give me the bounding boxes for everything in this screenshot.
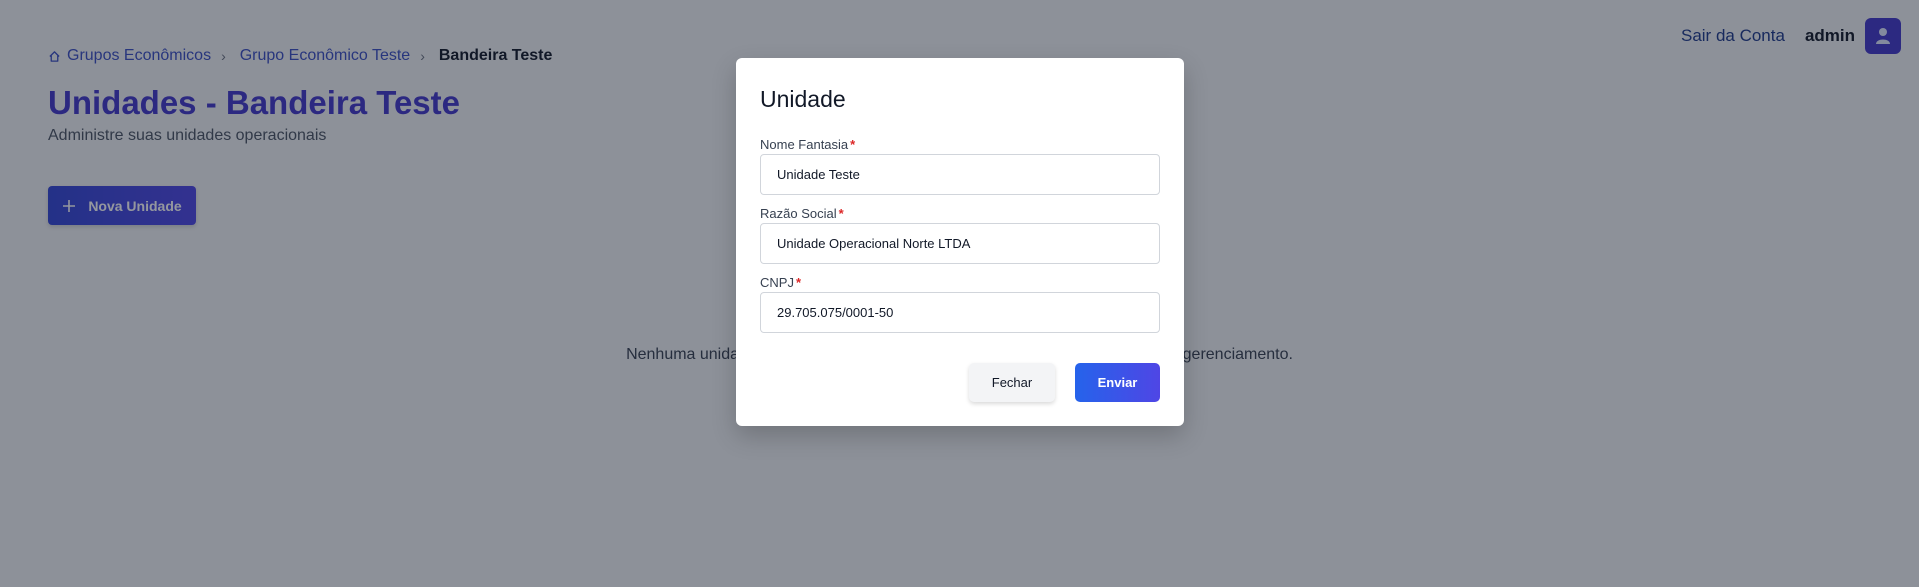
submit-button[interactable]: Enviar: [1075, 363, 1160, 402]
required-marker: *: [850, 137, 856, 152]
close-button[interactable]: Fechar: [969, 363, 1055, 402]
required-marker: *: [795, 275, 802, 290]
field-label-text: CNPJ: [760, 275, 794, 290]
field-label: CNPJ *: [760, 275, 1160, 290]
modal-title: Unidade: [760, 86, 846, 112]
field-cnpj: CNPJ *: [760, 275, 1160, 333]
required-marker: *: [838, 206, 844, 221]
nome-fantasia-input[interactable]: [760, 154, 1160, 195]
field-razao-social: Razão Social *: [760, 206, 1160, 264]
field-label-text: Razão Social: [760, 206, 837, 221]
unit-modal: Unidade Nome Fantasia* Razão Social* CNP…: [736, 58, 1184, 426]
field-nome-fantasia: Nome Fantasia *: [760, 137, 1160, 195]
cnpj-input[interactable]: [760, 292, 1160, 333]
modal-actions: Fechar Enviar: [969, 363, 1160, 402]
razao-social-input[interactable]: [760, 223, 1160, 264]
field-label: Razão Social *: [760, 206, 1160, 221]
field-label: Nome Fantasia *: [760, 137, 1160, 152]
field-label-text: Nome Fantasia: [760, 137, 849, 152]
